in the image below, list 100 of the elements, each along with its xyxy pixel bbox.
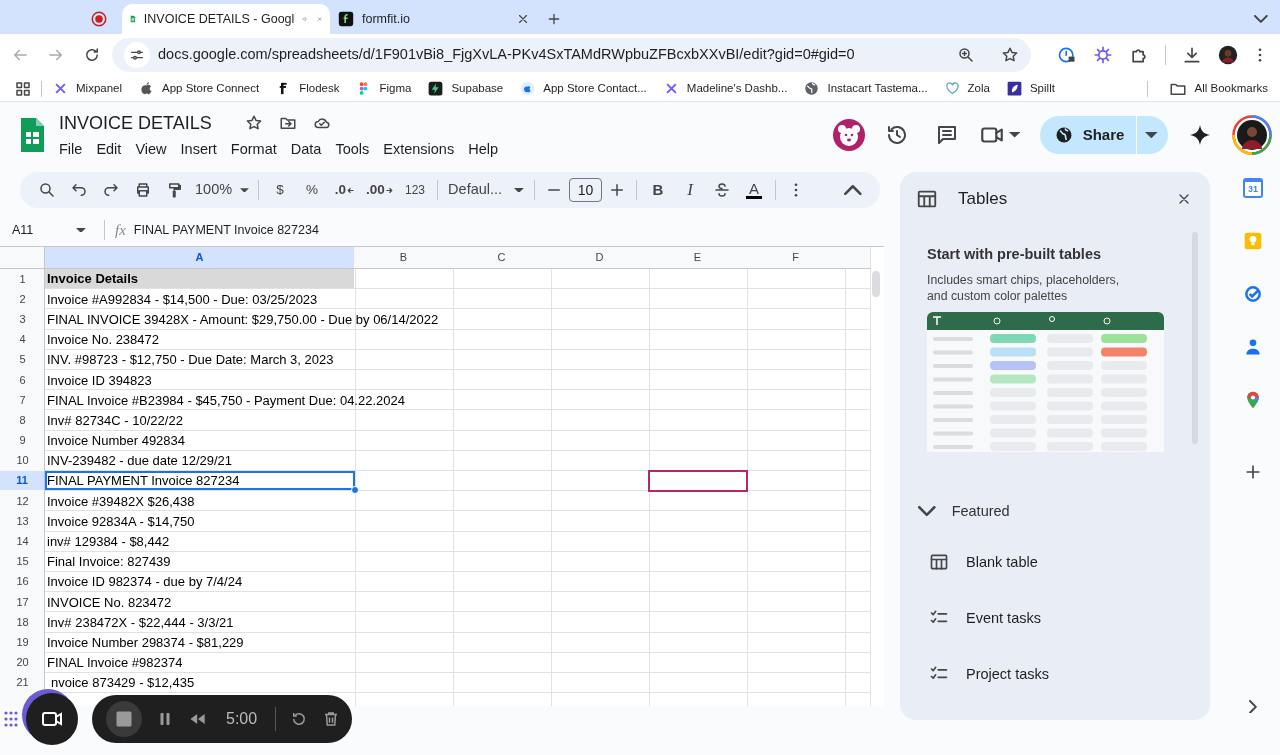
spreadsheet-cell[interactable]: Invoice Details [45, 269, 354, 289]
paint-format-icon[interactable] [166, 181, 184, 199]
formula-input[interactable]: FINAL PAYMENT Invoice 827234 [133, 220, 319, 240]
bookmark[interactable]: App Store Connect [139, 79, 260, 98]
template-item[interactable]: Event tasks [929, 606, 1192, 629]
menu-item[interactable]: File [55, 138, 87, 161]
password-icon[interactable] [1057, 45, 1077, 65]
increase-decimal-button[interactable]: .00 [363, 176, 397, 204]
caret-icon[interactable] [1008, 132, 1020, 138]
spreadsheet-cell[interactable]: Invoice #A992834 - $14,500 - Due: 03/25/2023 [45, 291, 318, 307]
star-icon[interactable] [1001, 46, 1019, 64]
row-header[interactable]: 21 [16, 676, 29, 690]
spreadsheet-cell[interactable]: FINAL Invoice #982374 [45, 655, 183, 671]
spreadsheet-cell[interactable]: FINAL Invoice #B23984 - $45,750 - Payment Due: 04.22.2024 [45, 392, 405, 408]
menu-item[interactable]: Tools [331, 138, 374, 161]
scrollbar[interactable] [872, 271, 880, 297]
spreadsheet-logo-icon[interactable] [19, 117, 46, 153]
spreadsheet-cell[interactable]: Invoice No. 238472 [45, 332, 160, 348]
row-header[interactable]: 18 [16, 615, 29, 629]
menu-item[interactable]: Edit [92, 138, 126, 161]
spreadsheet-cell[interactable]: Invoice ID 394823 [45, 372, 152, 388]
bold-button[interactable]: B [643, 176, 673, 204]
bear-avatar-icon[interactable] [832, 119, 865, 151]
avatar-icon[interactable] [1232, 115, 1272, 155]
bookmark[interactable]: Zola [944, 79, 990, 98]
redo-icon[interactable] [102, 181, 120, 199]
spreadsheet-cell[interactable]: INV-239482 - due date 12/29/21 [45, 453, 233, 469]
bookmark[interactable]: App Store Contact... [520, 79, 647, 98]
row-header[interactable]: 7 [19, 393, 26, 407]
calendar-icon[interactable]: 31 [1243, 178, 1263, 198]
drag-handle-icon[interactable] [4, 710, 18, 728]
template-item[interactable]: Blank table [929, 550, 1192, 573]
download-icon[interactable] [1182, 45, 1202, 65]
row-header[interactable]: 5 [19, 353, 26, 367]
zoom-icon[interactable] [957, 46, 975, 64]
bookmark[interactable]: Figma [356, 79, 412, 98]
sunburst-icon[interactable] [1093, 45, 1113, 65]
document-title[interactable]: INVOICE DETAILS [59, 109, 212, 137]
text-color-button[interactable]: A [739, 176, 769, 204]
spreadsheet-cell[interactable]: nvoice 873429 - $12,435 [45, 675, 195, 691]
collapse-icon[interactable] [844, 184, 862, 196]
row-header[interactable]: 8 [19, 413, 26, 427]
spreadsheet-cell[interactable]: FINAL PAYMENT Invoice 827234 [45, 470, 355, 491]
strikethrough-icon[interactable] [713, 181, 731, 199]
row-header[interactable]: 10 [16, 454, 29, 468]
spreadsheet-cell[interactable]: INVOICE No. 823472 [45, 594, 172, 610]
avatar-icon[interactable] [1218, 45, 1238, 65]
row-header[interactable]: 19 [16, 635, 29, 649]
bookmark[interactable]: Madeline's Dashb... [663, 79, 788, 98]
spreadsheet-cell[interactable]: Inv# 82734C - 10/22/22 [45, 412, 183, 428]
spreadsheet-cell[interactable]: Final Invoice: 827439 [45, 554, 171, 570]
share-button[interactable]: Share [1039, 116, 1168, 154]
font-size-field[interactable]: 10 [569, 178, 602, 202]
undo-icon[interactable] [70, 181, 88, 199]
name-box[interactable]: A11 [12, 220, 76, 240]
bookmark[interactable]: Supabase [428, 79, 504, 98]
address-bar[interactable]: docs.google.com/spreadsheets/d/1F901vBi8_FjgXvLA-PKv4SxTAMdRWpbuZFBcxbXXvBI/edit?gid=0#gid=0 [112, 38, 1031, 72]
new-tab-icon[interactable] [546, 11, 562, 27]
row-header[interactable]: 17 [16, 595, 29, 609]
menu-item[interactable]: Format [226, 138, 281, 161]
row-header[interactable]: 9 [19, 434, 26, 448]
template-item[interactable]: Project tasks [929, 662, 1192, 685]
row-header[interactable]: 14 [16, 535, 29, 549]
menu-item[interactable]: Insert [176, 138, 221, 161]
row-header[interactable]: 16 [16, 575, 29, 589]
search-icon[interactable] [38, 181, 56, 199]
percent-button[interactable]: % [297, 176, 327, 204]
reload-icon[interactable] [83, 46, 101, 64]
chevron-down-icon[interactable] [1254, 15, 1268, 23]
spreadsheet-cell[interactable]: FINAL INVOICE 39428X - Amount: $29,750.00 - Due by 06/14/2022 [45, 311, 439, 327]
spreadsheet-cell[interactable]: INV. #98723 - $12,750 - Due Date: March 3, 2023 [45, 352, 334, 368]
bookmark[interactable]: Mixpanel [53, 79, 123, 98]
row-header[interactable]: 2 [19, 292, 26, 306]
zoom-dropdown[interactable]: 100% [192, 176, 252, 204]
spreadsheet-cell[interactable]: Invoice 92834A - $14,750 [45, 513, 195, 529]
bookmark[interactable]: Instacart Tastema... [804, 79, 928, 98]
row-header[interactable]: 11 [0, 470, 44, 491]
bookmark[interactable]: Flodesk [276, 79, 340, 98]
menu-item[interactable]: Extensions [379, 138, 459, 161]
stop-button[interactable] [106, 701, 142, 737]
fill-handle[interactable] [351, 486, 359, 495]
close-icon[interactable] [516, 12, 530, 26]
task-icon[interactable] [1243, 284, 1263, 304]
browser-tab[interactable]: formfit.io [330, 4, 538, 34]
section-toggle[interactable]: Featured [916, 504, 1192, 519]
spreadsheet-cell[interactable]: inv# 129384 - $8,442 [45, 534, 170, 550]
spreadsheet-cell[interactable]: Inv# 238472X - $22,444 - 3/3/21 [45, 614, 234, 630]
decrease-decimal-button[interactable]: .0 [329, 176, 361, 204]
row-header[interactable]: 13 [16, 514, 29, 528]
person-icon[interactable] [1243, 337, 1263, 357]
number-format-button[interactable]: 123 [399, 176, 431, 204]
spreadsheet-cell[interactable]: Invoice Number 492834 [45, 433, 186, 449]
row-header[interactable]: 1 [19, 272, 26, 286]
plus-icon[interactable] [608, 181, 626, 199]
menu-item[interactable]: Data [286, 138, 326, 161]
menu-item[interactable]: Help [464, 138, 502, 161]
row-header[interactable]: 3 [19, 312, 26, 326]
caret-icon[interactable] [76, 227, 86, 233]
font-dropdown[interactable]: Defaul... [444, 176, 528, 204]
row-header[interactable]: 12 [16, 494, 29, 508]
